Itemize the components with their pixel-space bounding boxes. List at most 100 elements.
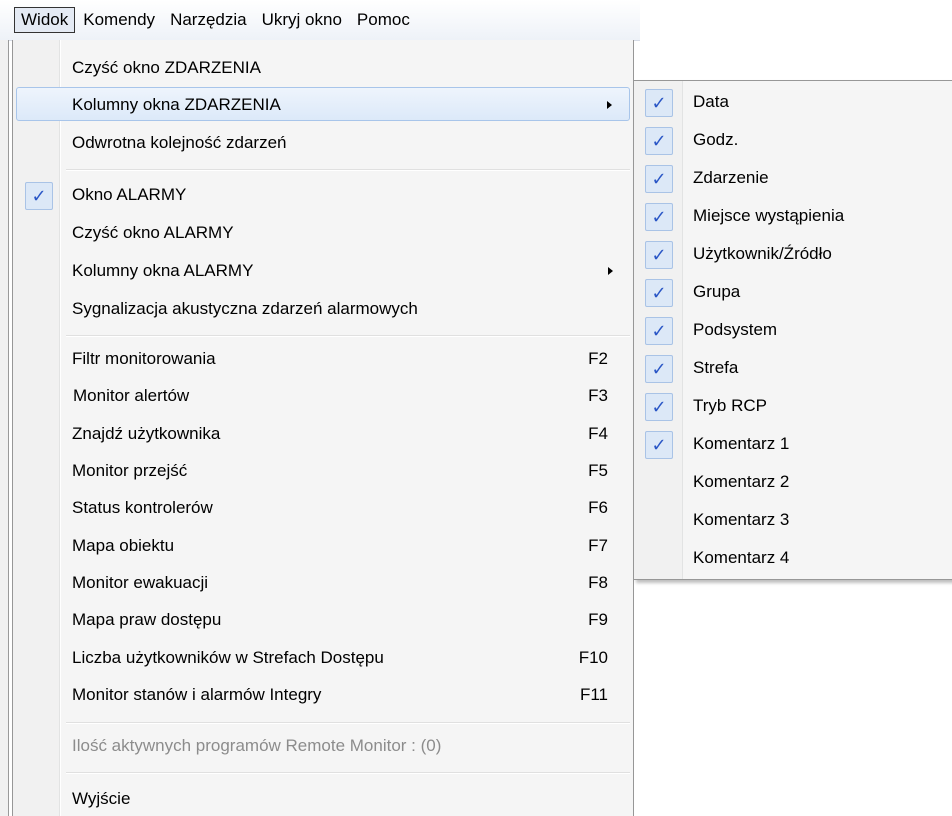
menu-item-mapa-obiektu[interactable]: Mapa obiektu F7 [16,529,630,563]
menu-item-label: Odwrotna kolejność zdarzeń [72,133,287,152]
shortcut-label: F9 [588,610,608,629]
shortcut-label: F8 [588,573,608,592]
shortcut-label: F3 [588,386,608,405]
check-icon: ✓ [645,165,673,193]
check-icon: ✓ [645,89,673,117]
check-icon: ✓ [645,127,673,155]
menu-item-label: Status kontrolerów [72,498,213,517]
menu-item-monitor-alertow[interactable]: Monitor alertów F3 [16,379,630,413]
menu-item-kolumny-okna-alarmy[interactable]: Kolumny okna ALARMY [16,254,630,288]
shortcut-label: F2 [588,349,608,368]
shortcut-label: F7 [588,536,608,555]
check-icon: ✓ [645,279,673,307]
menu-item-mapa-praw-dostepu[interactable]: Mapa praw dostępu F9 [16,603,630,637]
menu-item-znajdz-uzytkownika[interactable]: Znajdź użytkownika F4 [16,417,630,451]
kolumny-okna-zdarzenia-submenu: ✓ Data ✓ Godz. ✓ Zdarzenie ✓ Miejsce wys… [633,80,952,580]
submenu-item-data[interactable]: ✓ Data [637,85,952,119]
menu-item-liczba-uzytkownikow[interactable]: Liczba użytkowników w Strefach Dostępu F… [16,641,630,675]
menu-item-label: Filtr monitorowania [72,349,216,368]
submenu-item-label: Grupa [693,282,741,301]
menu-pomoc[interactable]: Pomoc [350,7,417,33]
submenu-item-label: Tryb RCP [693,396,767,415]
shortcut-label: F10 [578,648,608,667]
menu-item-wyjscie[interactable]: Wyjście [16,782,630,816]
menu-item-label: Kolumny okna ZDARZENIA [72,95,281,114]
menu-item-label: Okno ALARMY [72,185,187,204]
check-icon: ✓ [645,431,673,459]
submenu-item-strefa[interactable]: ✓ Strefa [637,351,952,385]
check-icon: ✓ [645,203,673,231]
menu-item-label: Sygnalizacja akustyczna zdarzeń alarmowy… [72,299,418,318]
submenu-item-label: Data [693,92,729,111]
menu-narzedzia[interactable]: Narzędzia [163,7,254,33]
menu-item-label: Liczba użytkowników w Strefach Dostępu [72,648,384,667]
menu-item-label: Kolumny okna ALARMY [72,261,254,280]
submenu-item-label: Komentarz 3 [693,510,790,529]
chevron-right-icon [607,101,612,109]
check-icon: ✓ [645,241,673,269]
submenu-item-miejsce-wystapienia[interactable]: ✓ Miejsce wystąpienia [637,199,952,233]
menu-item-filtr-monitorowania[interactable]: Filtr monitorowania F2 [16,342,630,376]
menu-item-label: Monitor stanów i alarmów Integry [72,685,322,704]
menu-item-monitor-ewakuacji[interactable]: Monitor ewakuacji F8 [16,566,630,600]
menu-separator [66,772,630,774]
check-icon: ✓ [645,355,673,383]
check-icon: ✓ [645,317,673,345]
submenu-item-podsystem[interactable]: ✓ Podsystem [637,313,952,347]
submenu-item-label: Strefa [693,358,739,377]
menu-widok[interactable]: Widok [14,7,76,33]
submenu-item-label: Godz. [693,130,739,149]
submenu-item-label: Podsystem [693,320,778,339]
menu-item-label: Mapa praw dostępu [72,610,222,629]
check-icon: ✓ [645,393,673,421]
submenu-item-zdarzenie[interactable]: ✓ Zdarzenie [637,161,952,195]
check-icon: ✓ [25,182,53,210]
menu-item-label: Czyść okno ALARMY [72,223,234,242]
menu-bar: Widok Komendy Narzędzia Ukryj okno Pomoc [0,0,640,41]
menu-ukryj-okno[interactable]: Ukryj okno [255,7,349,33]
window-frame-edge [0,40,9,816]
submenu-item-godz[interactable]: ✓ Godz. [637,123,952,157]
submenu-item-label: Użytkownik/Źródło [693,244,832,263]
shortcut-label: F5 [588,461,608,480]
chevron-right-icon [608,267,613,275]
menu-item-label: Czyść okno ZDARZENIA [72,58,261,77]
menu-komendy[interactable]: Komendy [76,7,162,33]
menu-item-label: Wyjście [72,789,131,808]
menu-item-label: Monitor przejść [72,461,188,480]
submenu-item-label: Komentarz 2 [693,472,790,491]
menu-separator [66,722,630,724]
widok-dropdown-menu: Czyść okno ZDARZENIA Kolumny okna ZDARZE… [12,40,634,816]
menu-item-label: Monitor alertów [73,386,190,405]
menu-separator [66,169,630,171]
submenu-item-label: Komentarz 4 [693,548,790,567]
submenu-item-label: Komentarz 1 [693,434,790,453]
menu-item-monitor-przejsc[interactable]: Monitor przejść F5 [16,454,630,488]
menu-item-monitor-stanow-integry[interactable]: Monitor stanów i alarmów Integry F11 [16,678,630,712]
menu-item-czysc-okno-zdarzenia[interactable]: Czyść okno ZDARZENIA [16,51,630,85]
submenu-item-komentarz-1[interactable]: ✓ Komentarz 1 [637,427,952,461]
menu-item-sygnalizacja-akustyczna[interactable]: Sygnalizacja akustyczna zdarzeń alarmowy… [16,292,630,326]
shortcut-label: F4 [588,424,608,443]
shortcut-label: F11 [579,685,608,704]
menu-item-label: Znajdź użytkownika [72,424,221,443]
submenu-item-label: Zdarzenie [693,168,769,187]
submenu-item-tryb-rcp[interactable]: ✓ Tryb RCP [637,389,952,423]
menu-separator [66,335,630,337]
menu-item-okno-alarmy[interactable]: ✓ Okno ALARMY [16,178,630,212]
submenu-item-komentarz-2[interactable]: Komentarz 2 [637,465,952,499]
menu-item-label: Mapa obiektu [72,536,175,555]
menu-item-label: Ilość aktywnych programów Remote Monitor… [72,736,442,755]
submenu-item-komentarz-4[interactable]: Komentarz 4 [637,541,952,575]
menu-item-czysc-okno-alarmy[interactable]: Czyść okno ALARMY [16,216,630,250]
menu-item-label: Monitor ewakuacji [72,573,209,592]
submenu-item-komentarz-3[interactable]: Komentarz 3 [637,503,952,537]
menu-item-kolumny-okna-zdarzenia[interactable]: Kolumny okna ZDARZENIA [16,87,630,121]
submenu-item-uzytkownik-zrodlo[interactable]: ✓ Użytkownik/Źródło [637,237,952,271]
menu-item-odwrotna-kolejnosc[interactable]: Odwrotna kolejność zdarzeń [16,126,630,160]
submenu-item-grupa[interactable]: ✓ Grupa [637,275,952,309]
menu-item-status-kontrolerow[interactable]: Status kontrolerów F6 [16,491,630,525]
submenu-item-label: Miejsce wystąpienia [693,206,845,225]
menu-item-remote-monitor-count: Ilość aktywnych programów Remote Monitor… [16,729,630,763]
shortcut-label: F6 [588,498,608,517]
